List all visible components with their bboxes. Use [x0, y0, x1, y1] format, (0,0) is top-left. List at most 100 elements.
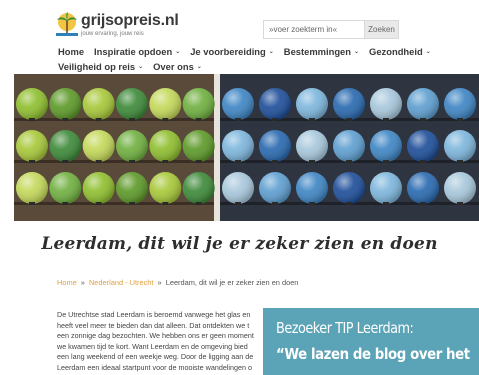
hero-shelf — [14, 160, 214, 163]
blue-ball-stand — [309, 118, 315, 121]
green-glass-ball-shine — [149, 88, 182, 120]
blue-ball-stand — [272, 160, 278, 163]
blue-glass-ball-shine — [444, 88, 476, 120]
blue-ball-stand — [383, 118, 389, 121]
article-line: we kwamen tijd te kort. Want Leerdam en … — [57, 341, 248, 351]
breadcrumb-home[interactable]: Home — [57, 278, 77, 287]
blue-glass-ball-shine — [444, 130, 476, 162]
green-ball-stand — [62, 160, 69, 163]
nav-item-je-voorbereiding[interactable]: Je voorbereiding ⌄ — [190, 46, 274, 57]
article-line: heeft veel meer te bieden dan dat alleen… — [57, 320, 250, 330]
article-line: een zonnige dag bezochten. We hebben ons… — [57, 331, 254, 341]
green-ball-stand — [129, 118, 135, 121]
chevron-down-icon: ⌄ — [138, 63, 144, 70]
blue-ball-stand — [346, 160, 352, 163]
site-logo[interactable]: grijsopreis.nl jouw ervaring, jouw reis — [56, 12, 179, 38]
blue-ball-stand — [272, 202, 278, 205]
blue-ball-stand — [420, 118, 426, 121]
green-glass-ball-shine — [116, 88, 148, 120]
blue-glass-ball-shine — [296, 130, 328, 162]
green-ball-stand — [195, 202, 202, 205]
breadcrumb: Home » Nederland - Utrecht » Leerdam, di… — [57, 278, 298, 287]
hero-shelf — [14, 118, 214, 121]
green-ball-stand — [162, 118, 169, 121]
blue-ball-stand — [346, 118, 352, 121]
green-glass-ball-shine — [49, 88, 82, 120]
nav-item-label: Gezondheid — [369, 45, 423, 57]
blue-glass-ball-shine — [370, 130, 402, 162]
green-ball-stand — [62, 118, 69, 121]
green-glass-ball-shine — [149, 130, 182, 162]
green-ball-stand — [62, 202, 69, 205]
blue-glass-ball-shine — [407, 172, 439, 204]
article-line: Leerdam een ideaal startpunt voor de moo… — [57, 362, 252, 372]
search-input[interactable] — [264, 21, 364, 38]
nav-item-gezondheid[interactable]: Gezondheid ⌄ — [369, 46, 431, 57]
green-glass-ball-shine — [49, 130, 82, 162]
blue-ball-stand — [346, 202, 352, 205]
blue-glass-ball-shine — [444, 172, 476, 204]
main-navigation: Home Inspiratie opdoen ⌄ Je voorbereiding ⌄ B… — [58, 44, 458, 74]
blue-glass-ball-shine — [259, 88, 291, 120]
article-line: De Utrechtse stad Leerdam is beroemd van… — [57, 310, 251, 319]
nav-item-label: Inspiratie opdoen — [94, 45, 173, 57]
site-tagline: jouw ervaring, jouw reis — [81, 31, 144, 37]
nav-item-label: Veiligheid op reis — [58, 60, 136, 72]
site-name: grijsopreis.nl — [81, 12, 179, 29]
green-ball-stand — [129, 202, 135, 205]
chevron-down-icon: ⌄ — [196, 63, 202, 70]
green-ball-stand — [29, 118, 35, 121]
nav-row-secondary: Veiligheid op reis ⌄ Over ons ⌄ — [58, 59, 458, 73]
blue-ball-stand — [420, 160, 426, 163]
nav-item-bestemmingen[interactable]: Bestemmingen ⌄ — [284, 46, 359, 57]
blue-ball-stand — [272, 118, 278, 121]
palm-tree-logo-icon — [56, 12, 78, 36]
blue-ball-stand — [235, 160, 241, 163]
green-ball-stand — [95, 202, 102, 205]
blue-glass-ball-shine — [333, 130, 365, 162]
green-ball-stand — [29, 160, 35, 163]
nav-item-over-ons[interactable]: Over ons ⌄ — [153, 61, 202, 72]
search-form: Zoeken — [263, 20, 399, 39]
popup-heading: Bezoeker TIP Leerdam: — [276, 319, 414, 337]
blue-ball-stand — [420, 202, 426, 205]
green-ball-stand — [162, 202, 169, 205]
green-glass-ball-shine — [116, 172, 148, 204]
green-glass-ball-shine — [49, 172, 82, 204]
blue-ball-stand — [309, 160, 315, 163]
blue-ball-stand — [235, 202, 241, 205]
search-button[interactable]: Zoeken — [364, 21, 398, 38]
site-header: grijsopreis.nl jouw ervaring, jouw reis … — [0, 0, 479, 74]
blue-ball-stand — [309, 202, 315, 205]
nav-item-home[interactable]: Home — [58, 46, 84, 57]
blue-glass-ball-shine — [407, 130, 439, 162]
blue-glass-ball-shine — [259, 172, 291, 204]
chevron-down-icon: ⌄ — [268, 48, 274, 55]
nav-row-primary: Home Inspiratie opdoen ⌄ Je voorbereiding ⌄ B… — [58, 44, 458, 58]
breadcrumb-separator: » — [80, 278, 85, 287]
green-glass-ball-shine — [116, 130, 148, 162]
blue-glass-ball-shine — [407, 88, 439, 120]
article-intro: De Utrechtse stad Leerdam is beroemd van… — [57, 310, 292, 374]
nav-item-label: Je voorbereiding — [190, 45, 266, 57]
blue-glass-ball-shine — [370, 88, 402, 120]
hero-image-glass-balls — [14, 74, 479, 221]
popup-quote: “We lazen de blog over het — [276, 345, 470, 363]
blue-ball-stand — [383, 160, 389, 163]
blue-glass-ball-shine — [259, 130, 291, 162]
green-ball-stand — [195, 160, 202, 163]
visitor-tip-popup[interactable]: Bezoeker TIP Leerdam: “We lazen de blog … — [263, 308, 479, 375]
breadcrumb-separator: » — [157, 278, 162, 287]
blue-ball-stand — [383, 202, 389, 205]
green-ball-stand — [195, 118, 202, 121]
hero-shelf — [14, 202, 214, 205]
blue-ball-stand — [457, 160, 463, 163]
nav-item-inspiratie-opdoen[interactable]: Inspiratie opdoen ⌄ — [94, 46, 180, 57]
blue-glass-ball-shine — [370, 172, 402, 204]
green-ball-stand — [95, 118, 102, 121]
nav-item-veiligheid-op-reis[interactable]: Veiligheid op reis ⌄ — [58, 61, 143, 72]
blue-glass-ball-shine — [333, 172, 365, 204]
green-ball-stand — [162, 160, 169, 163]
green-glass-ball-shine — [82, 88, 115, 120]
breadcrumb-nederland-utrecht[interactable]: Nederland - Utrecht — [89, 278, 154, 287]
